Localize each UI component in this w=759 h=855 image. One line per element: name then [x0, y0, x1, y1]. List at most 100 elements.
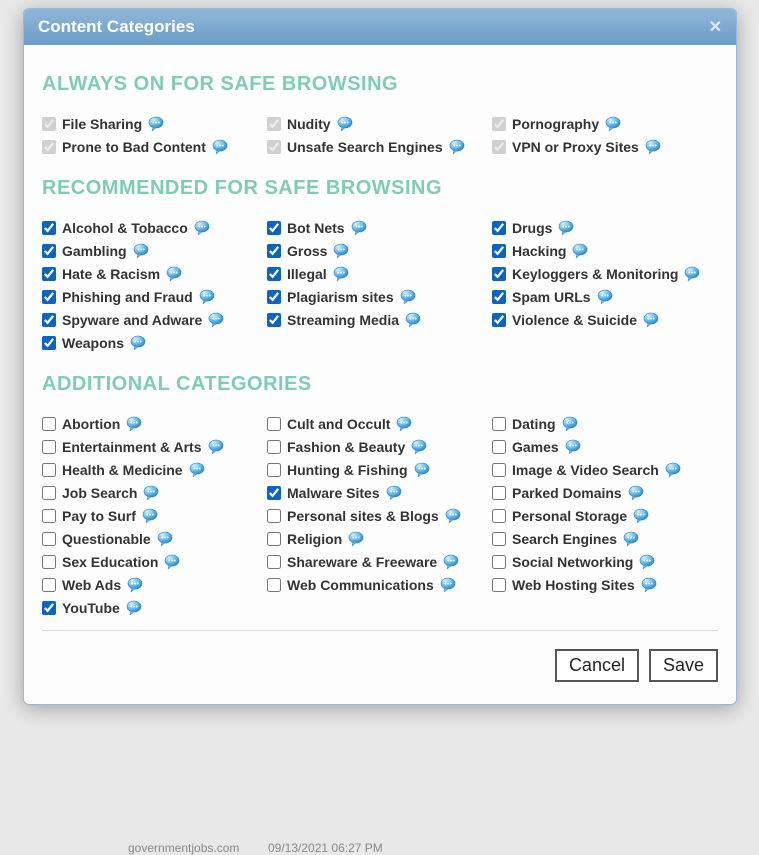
help-icon[interactable]	[333, 266, 349, 282]
help-icon[interactable]	[449, 139, 465, 155]
category-checkbox-spyware-and-adware[interactable]	[42, 313, 56, 327]
help-icon[interactable]	[348, 531, 364, 547]
category-checkbox-fashion-beauty[interactable]	[267, 440, 281, 454]
help-icon[interactable]	[143, 485, 159, 501]
help-icon[interactable]	[628, 485, 644, 501]
category-label: Games	[512, 439, 559, 455]
category-item-entertainment-arts: Entertainment & Arts	[42, 439, 267, 455]
category-checkbox-illegal[interactable]	[267, 267, 281, 281]
category-checkbox-cult-and-occult[interactable]	[267, 417, 281, 431]
category-item-gambling: Gambling	[42, 243, 267, 259]
help-icon[interactable]	[643, 312, 659, 328]
category-checkbox-pay-to-surf[interactable]	[42, 509, 56, 523]
help-icon[interactable]	[400, 289, 416, 305]
help-icon[interactable]	[148, 116, 164, 132]
category-checkbox-abortion[interactable]	[42, 417, 56, 431]
category-checkbox-religion[interactable]	[267, 532, 281, 546]
help-icon[interactable]	[351, 220, 367, 236]
category-checkbox-web-ads[interactable]	[42, 578, 56, 592]
category-checkbox-job-search[interactable]	[42, 486, 56, 500]
help-icon[interactable]	[639, 554, 655, 570]
help-icon[interactable]	[208, 312, 224, 328]
help-icon[interactable]	[565, 439, 581, 455]
help-icon[interactable]	[665, 462, 681, 478]
category-checkbox-drugs[interactable]	[492, 221, 506, 235]
category-checkbox-file-sharing	[42, 117, 56, 131]
help-icon[interactable]	[411, 439, 427, 455]
category-checkbox-sex-education[interactable]	[42, 555, 56, 569]
category-checkbox-keyloggers-monitoring[interactable]	[492, 267, 506, 281]
help-icon[interactable]	[194, 220, 210, 236]
help-icon[interactable]	[633, 508, 649, 524]
help-icon[interactable]	[572, 243, 588, 259]
help-icon[interactable]	[333, 243, 349, 259]
category-checkbox-violence-suicide[interactable]	[492, 313, 506, 327]
category-checkbox-streaming-media[interactable]	[267, 313, 281, 327]
category-checkbox-plagiarism-sites[interactable]	[267, 290, 281, 304]
help-icon[interactable]	[605, 116, 621, 132]
help-icon[interactable]	[142, 508, 158, 524]
help-icon[interactable]	[443, 554, 459, 570]
category-checkbox-hate-racism[interactable]	[42, 267, 56, 281]
help-icon[interactable]	[208, 439, 224, 455]
help-icon[interactable]	[414, 462, 430, 478]
help-icon[interactable]	[126, 416, 142, 432]
category-checkbox-health-medicine[interactable]	[42, 463, 56, 477]
category-checkbox-youtube[interactable]	[42, 601, 56, 615]
help-icon[interactable]	[645, 139, 661, 155]
category-checkbox-personal-sites-blogs[interactable]	[267, 509, 281, 523]
help-icon[interactable]	[597, 289, 613, 305]
category-checkbox-questionable[interactable]	[42, 532, 56, 546]
close-icon[interactable]: ✕	[709, 17, 722, 37]
category-checkbox-personal-storage[interactable]	[492, 509, 506, 523]
save-button[interactable]: Save	[649, 649, 718, 682]
category-checkbox-web-hosting-sites[interactable]	[492, 578, 506, 592]
help-icon[interactable]	[405, 312, 421, 328]
category-checkbox-web-communications[interactable]	[267, 578, 281, 592]
category-item-bot-nets: Bot Nets	[267, 220, 492, 236]
help-icon[interactable]	[127, 577, 143, 593]
category-checkbox-dating[interactable]	[492, 417, 506, 431]
category-checkbox-social-networking[interactable]	[492, 555, 506, 569]
help-icon[interactable]	[623, 531, 639, 547]
help-icon[interactable]	[386, 485, 402, 501]
help-icon[interactable]	[684, 266, 700, 282]
category-item-job-search: Job Search	[42, 485, 267, 501]
help-icon[interactable]	[130, 335, 146, 351]
category-checkbox-entertainment-arts[interactable]	[42, 440, 56, 454]
help-icon[interactable]	[166, 266, 182, 282]
category-checkbox-phishing-and-fraud[interactable]	[42, 290, 56, 304]
category-checkbox-shareware-freeware[interactable]	[267, 555, 281, 569]
category-checkbox-search-engines[interactable]	[492, 532, 506, 546]
help-icon[interactable]	[126, 600, 142, 616]
cancel-button[interactable]: Cancel	[555, 649, 639, 682]
category-checkbox-weapons[interactable]	[42, 336, 56, 350]
category-checkbox-games[interactable]	[492, 440, 506, 454]
category-checkbox-gambling[interactable]	[42, 244, 56, 258]
category-checkbox-bot-nets[interactable]	[267, 221, 281, 235]
help-icon[interactable]	[562, 416, 578, 432]
help-icon[interactable]	[133, 243, 149, 259]
help-icon[interactable]	[164, 554, 180, 570]
category-checkbox-hacking[interactable]	[492, 244, 506, 258]
help-icon[interactable]	[199, 289, 215, 305]
help-icon[interactable]	[396, 416, 412, 432]
category-checkbox-alcohol-tobacco[interactable]	[42, 221, 56, 235]
help-icon[interactable]	[337, 116, 353, 132]
category-checkbox-image-video-search[interactable]	[492, 463, 506, 477]
category-item-web-hosting-sites: Web Hosting Sites	[492, 577, 717, 593]
category-checkbox-hunting-fishing[interactable]	[267, 463, 281, 477]
help-icon[interactable]	[641, 577, 657, 593]
category-checkbox-spam-urls[interactable]	[492, 290, 506, 304]
help-icon[interactable]	[157, 531, 173, 547]
category-checkbox-malware-sites[interactable]	[267, 486, 281, 500]
category-item-violence-suicide: Violence & Suicide	[492, 312, 717, 328]
help-icon[interactable]	[445, 508, 461, 524]
help-icon[interactable]	[440, 577, 456, 593]
category-checkbox-parked-domains[interactable]	[492, 486, 506, 500]
help-icon[interactable]	[189, 462, 205, 478]
help-icon[interactable]	[558, 220, 574, 236]
category-checkbox-gross[interactable]	[267, 244, 281, 258]
help-icon[interactable]	[212, 139, 228, 155]
category-label: Drugs	[512, 220, 552, 236]
